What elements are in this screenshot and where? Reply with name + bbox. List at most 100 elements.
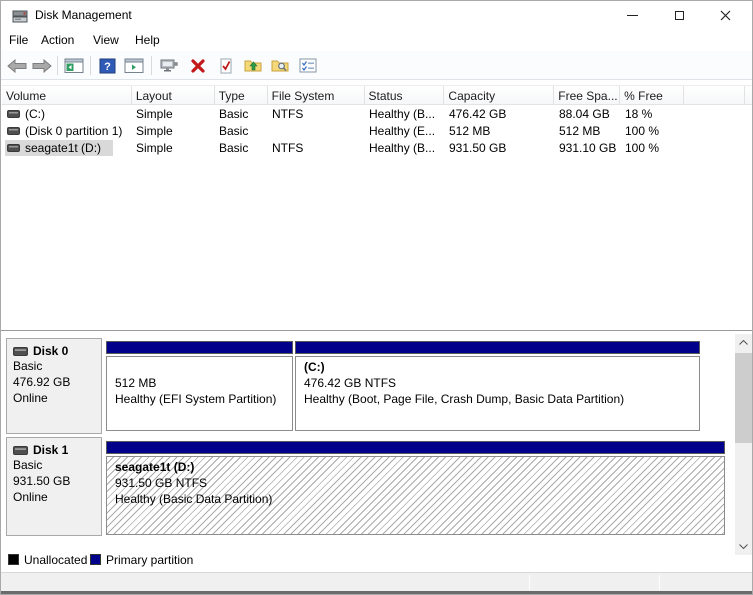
remote-computer-button[interactable] [157, 54, 181, 77]
status-bar-separator [529, 575, 530, 590]
volume-list-header: Volume Layout Type File System Status Ca… [2, 85, 752, 105]
disk0-label-panel[interactable]: Disk 0 Basic 476.92 GB Online [6, 338, 102, 434]
percent-free-cell: 100 % [625, 140, 660, 155]
menu-bar: File Action View Help [1, 30, 752, 51]
disk1-label-panel[interactable]: Disk 1 Basic 931.50 GB Online [6, 437, 102, 536]
scroll-up-button[interactable] [735, 334, 752, 351]
volume-icon [7, 109, 20, 118]
action-pane-icon [124, 58, 144, 73]
volume-name: seagate1t (D:) [25, 140, 102, 155]
partition-size: 931.50 GB NTFS [115, 476, 208, 490]
volume-row-seagate1t[interactable]: seagate1t (D:) Simple Basic NTFS Healthy… [2, 139, 752, 156]
back-button[interactable] [5, 54, 29, 77]
explore-folder-button[interactable] [268, 54, 292, 77]
capacity-cell: 512 MB [449, 123, 491, 138]
layout-cell: Simple [136, 123, 173, 138]
volume-cell: (C:) [2, 106, 132, 122]
open-folder-button[interactable] [241, 54, 265, 77]
show-console-tree-button[interactable] [62, 54, 86, 77]
legend: Unallocated Primary partition [2, 551, 752, 571]
minimize-button[interactable] [616, 1, 648, 29]
close-button[interactable] [709, 1, 741, 29]
volume-row-c[interactable]: (C:) Simple Basic NTFS Healthy (B... 476… [2, 105, 752, 122]
legend-label-unallocated: Unallocated [24, 553, 88, 567]
column-header-capacity[interactable]: Capacity [444, 86, 555, 104]
app-icon [12, 10, 28, 23]
disk-status: Online [13, 490, 48, 504]
partition-size: 512 MB [115, 376, 157, 390]
type-cell: Basic [219, 123, 249, 138]
percent-free-cell: 18 % [625, 106, 653, 121]
column-header-layout[interactable]: Layout [132, 86, 215, 104]
partition-seagate1t[interactable]: seagate1t (D:) 931.50 GB NTFS Healthy (B… [106, 441, 725, 535]
partition-efi[interactable]: 512 MB Healthy (EFI System Partition) [106, 341, 293, 431]
free-space-cell: 88.04 GB [559, 106, 610, 121]
partition-color-bar [295, 341, 700, 354]
file-system-cell: NTFS [272, 106, 304, 121]
back-arrow-icon [7, 58, 27, 73]
column-header-free-space[interactable]: Free Spa... [554, 86, 621, 104]
layout-cell: Simple [136, 106, 173, 121]
partition-status: Healthy (Boot, Page File, Crash Dump, Ba… [304, 392, 625, 406]
disk-icon [13, 445, 28, 455]
column-header-type[interactable]: Type [215, 86, 268, 104]
title-bar: Disk Management [1, 1, 752, 30]
help-button[interactable]: ? [95, 54, 119, 77]
show-action-pane-button[interactable] [122, 54, 146, 77]
disk-name: Disk 1 [33, 443, 69, 457]
free-space-cell: 512 MB [559, 123, 601, 138]
toolbar: ? [1, 51, 752, 80]
capacity-cell: 476.42 GB [449, 106, 507, 121]
column-header-volume[interactable]: Volume [2, 86, 132, 104]
scrollbar-thumb[interactable] [735, 353, 752, 443]
delete-volume-button[interactable] [186, 54, 210, 77]
type-cell: Basic [219, 140, 249, 155]
graphical-view: Disk 0 Basic 476.92 GB Online 512 MB Hea… [2, 331, 752, 572]
file-system-cell: NTFS [272, 140, 304, 155]
volume-row-disk0-partition1[interactable]: (Disk 0 partition 1) Simple Basic Health… [2, 122, 752, 139]
disk-size: 476.92 GB [13, 375, 71, 389]
vertical-scrollbar[interactable] [735, 334, 752, 555]
toolbar-separator [90, 56, 91, 75]
column-header-file-system[interactable]: File System [268, 86, 365, 104]
column-header-filler [745, 86, 752, 104]
capacity-cell: 931.50 GB [449, 140, 507, 155]
menu-action[interactable]: Action [41, 33, 74, 47]
window-title: Disk Management [35, 8, 132, 22]
status-bar [1, 572, 752, 591]
maximize-button[interactable] [663, 1, 695, 29]
forward-button[interactable] [30, 54, 54, 77]
unallocated-swatch [8, 554, 19, 565]
partition-status: Healthy (EFI System Partition) [115, 392, 277, 406]
status-cell: Healthy (B... [369, 140, 436, 155]
column-header-percent-free[interactable]: % Free [620, 86, 685, 104]
column-header-status[interactable]: Status [365, 86, 445, 104]
toolbar-separator [57, 56, 58, 75]
disk-name: Disk 0 [33, 344, 69, 358]
partition-name: seagate1t (D:) [115, 460, 195, 474]
disk-management-window: Disk Management File Action View Help ? … [0, 0, 753, 595]
chevron-up-icon [739, 340, 748, 345]
disk-type: Basic [13, 458, 43, 472]
chevron-down-icon [739, 544, 748, 549]
partition-c-drive[interactable]: (C:) 476.42 GB NTFS Healthy (Boot, Page … [295, 341, 700, 431]
volume-list: Volume Layout Type File System Status Ca… [2, 85, 752, 330]
properties-button[interactable] [296, 54, 320, 77]
toolbar-separator [151, 56, 152, 75]
disk-type: Basic [13, 359, 43, 373]
menu-view[interactable]: View [93, 33, 119, 47]
folder-up-icon [244, 60, 261, 72]
status-cell: Healthy (E... [369, 123, 436, 138]
help-icon: ? [99, 58, 115, 73]
percent-free-cell: 100 % [625, 123, 660, 138]
console-tree-icon [64, 58, 84, 73]
check-document-icon [220, 58, 232, 73]
mark-active-button[interactable] [214, 54, 238, 77]
column-header-blank[interactable] [684, 86, 745, 104]
disk-size: 931.50 GB [13, 474, 71, 488]
menu-help[interactable]: Help [135, 33, 160, 47]
maximize-icon [674, 10, 684, 20]
layout-cell: Simple [136, 140, 173, 155]
menu-file[interactable]: File [9, 33, 28, 47]
volume-name: (Disk 0 partition 1) [25, 123, 123, 138]
